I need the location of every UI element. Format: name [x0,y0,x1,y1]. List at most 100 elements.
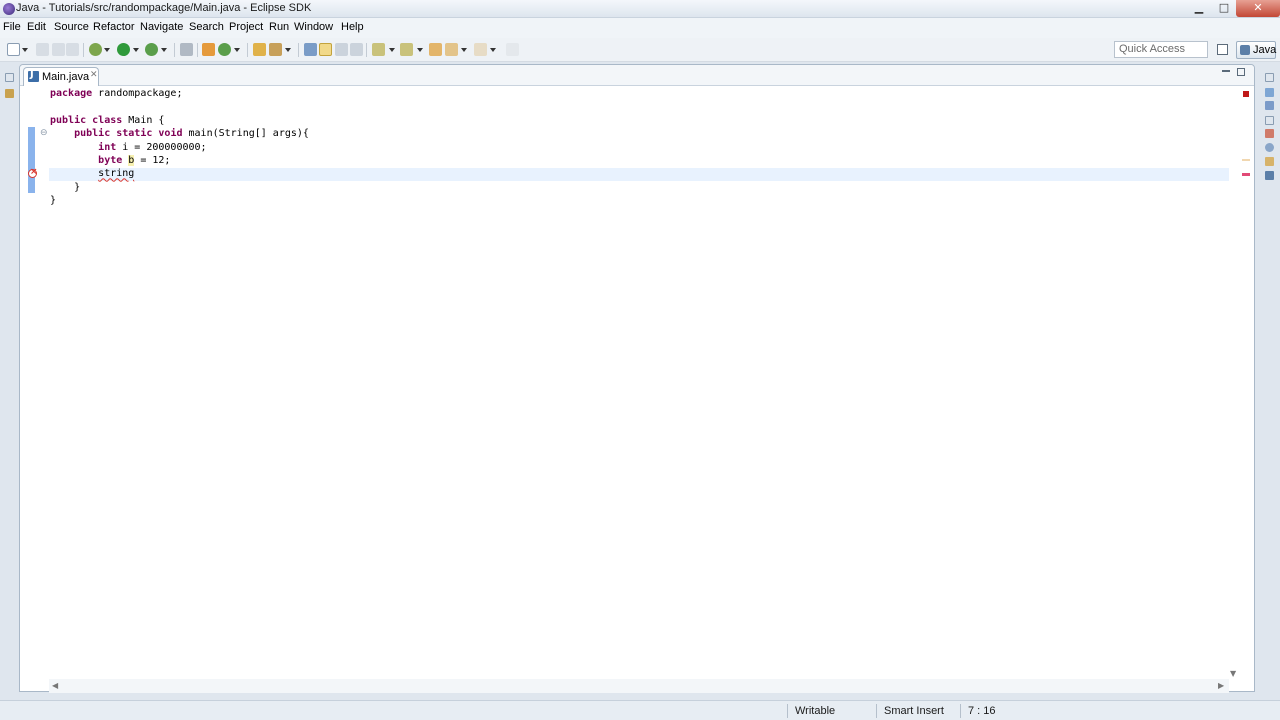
code-line-6: byte b = 12; [98,155,171,167]
overview-error-marker[interactable] [1242,173,1250,176]
javadoc-icon[interactable] [1265,143,1274,152]
restore-icon[interactable] [1265,116,1274,125]
debug-icon[interactable] [89,43,102,56]
quick-access-input[interactable]: Quick Access [1114,41,1208,58]
chevron-down-icon[interactable] [285,47,292,54]
console-icon[interactable] [1265,171,1274,180]
keyword: int [98,141,117,153]
open-type-icon[interactable] [253,43,266,56]
keyword: byte [98,155,123,167]
code-line-3: public class Main { [50,115,164,126]
new-icon[interactable] [7,43,20,56]
chevron-down-icon[interactable] [389,47,396,54]
search-icon[interactable] [269,43,282,56]
chevron-down-icon[interactable] [22,47,29,54]
code-line-1: package randompackage; [50,88,182,99]
minimize-button[interactable]: ▁ [1186,0,1212,17]
pin-editor-icon[interactable] [506,43,519,56]
code-text-segment: Main { [122,114,165,126]
toggle-mark-occurrences-icon[interactable] [304,43,317,56]
next-annotation-icon[interactable] [372,43,385,56]
java-file-icon [28,69,39,82]
declaration-icon[interactable] [1265,157,1274,166]
menu-file[interactable]: File [3,21,21,33]
chevron-down-icon[interactable] [234,47,241,54]
run-icon[interactable] [117,43,130,56]
java-perspective-icon [1240,45,1250,55]
keyword: class [92,114,123,126]
menu-window[interactable]: Window [294,21,333,33]
package-explorer-icon[interactable] [5,89,14,98]
close-button[interactable]: ✕ [1236,0,1280,17]
print-icon[interactable] [66,43,79,56]
horizontal-scrollbar[interactable]: ◀ ▶ [49,679,1229,693]
toolbar-separator [298,43,299,57]
error-summary-icon[interactable] [1243,91,1249,97]
scroll-right-arrow-icon[interactable]: ▶ [1218,681,1224,690]
maximize-button[interactable]: □ [1212,0,1236,17]
block-selection-icon[interactable] [335,43,348,56]
scroll-down-arrow-icon[interactable]: ▼ [1230,669,1236,678]
maximize-view-icon[interactable] [1237,68,1245,76]
forward-icon[interactable] [474,43,487,56]
status-separator [876,704,877,718]
menu-help[interactable]: Help [341,21,364,33]
menu-edit[interactable]: Edit [27,21,46,33]
status-writable: Writable [795,705,836,717]
menu-search[interactable]: Search [189,21,224,33]
fold-collapse-icon[interactable]: ⊖ [40,128,48,138]
new-java-class-icon[interactable] [218,43,231,56]
status-separator [787,704,788,718]
window-title: Java - Tutorials/src/randompackage/Main.… [16,2,312,14]
task-list-icon[interactable] [1265,101,1274,110]
menu-navigate[interactable]: Navigate [140,21,183,33]
problems-icon[interactable] [1265,129,1274,138]
status-cursor-position: 7 : 16 [968,705,996,717]
editor-tab-strip: Main.java ✕ [20,65,1254,86]
overview-annotation[interactable] [1242,159,1250,161]
skip-breakpoints-icon[interactable] [180,43,193,56]
restore-icon[interactable] [5,73,14,82]
java-perspective-button[interactable]: Java [1236,41,1276,59]
status-separator [960,704,961,718]
chevron-down-icon[interactable] [490,47,497,54]
left-trim-bar [0,63,19,693]
menu-run[interactable]: Run [269,21,289,33]
tab-main-java[interactable]: Main.java ✕ [23,67,99,86]
code-text[interactable]: package randompackage; public class Main… [50,87,309,208]
keyword: public [74,128,111,140]
code-line-9: } [50,195,57,207]
save-all-icon[interactable] [52,43,65,56]
restore-icon[interactable] [1265,73,1274,82]
chevron-down-icon[interactable] [161,47,168,54]
editor-area: Main.java ✕ ⊖ package randompackage; pub… [19,64,1255,693]
chevron-down-icon[interactable] [461,47,468,54]
previous-annotation-icon[interactable] [400,43,413,56]
code-text-segment: main(String[] args){ [182,128,309,140]
overview-ruler[interactable] [1239,87,1253,675]
chevron-down-icon[interactable] [417,47,424,54]
chevron-down-icon[interactable] [133,47,140,54]
tab-label: Main.java [42,71,90,83]
minimize-view-icon[interactable] [1222,70,1230,73]
open-perspective-icon[interactable] [1217,44,1228,55]
external-tools-icon[interactable] [145,43,158,56]
code-text-segment: = 12; [134,155,171,167]
last-edit-location-icon[interactable] [429,43,442,56]
menu-refactor[interactable]: Refactor [93,21,135,33]
menu-project[interactable]: Project [229,21,263,33]
code-line-4: public static void main(String[] args){ [74,128,309,139]
close-icon[interactable]: ✕ [90,70,98,80]
outline-icon[interactable] [1265,88,1274,97]
menu-source[interactable]: Source [54,21,89,33]
show-whitespace-icon[interactable] [350,43,363,56]
chevron-down-icon[interactable] [104,47,111,54]
scroll-left-arrow-icon[interactable]: ◀ [52,681,58,690]
save-icon[interactable] [36,43,49,56]
error-icon[interactable] [28,167,38,178]
keyword: package [50,88,93,99]
toggle-highlight-icon[interactable] [319,43,332,56]
code-line-8: } [74,181,81,193]
new-java-package-icon[interactable] [202,43,215,56]
back-icon[interactable] [445,43,458,56]
